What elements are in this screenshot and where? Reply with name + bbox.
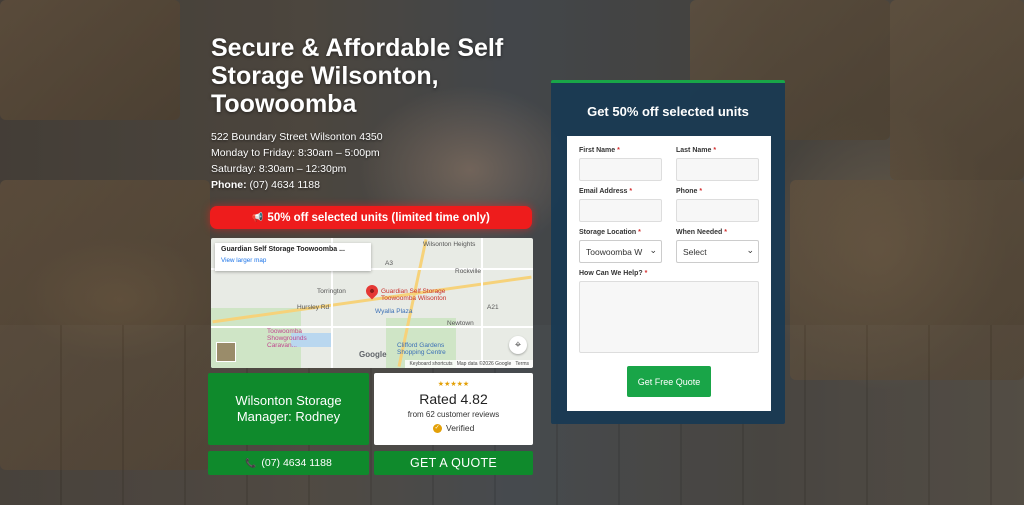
- promo-banner: 📢 50% off selected units (limited time o…: [210, 206, 532, 229]
- last-name-label: Last Name *: [676, 147, 717, 154]
- star-rating-icon: ★★★★★: [437, 381, 470, 388]
- rating-value: Rated 4.82: [419, 391, 488, 407]
- map-footer: Keyboard shortcuts Map data ©2026 Google…: [405, 360, 533, 368]
- phone-line: Phone: (07) 4634 1188: [211, 177, 383, 193]
- help-textarea[interactable]: [579, 281, 759, 353]
- storage-location-select[interactable]: Toowoomba W: [579, 240, 662, 263]
- help-label: How Can We Help? *: [579, 270, 648, 277]
- map-label-road-a21: A21: [487, 304, 499, 311]
- call-button[interactable]: 📞 (07) 4634 1188: [208, 451, 369, 475]
- form-heading: Get 50% off selected units: [587, 104, 749, 119]
- phone-icon: 📞: [245, 457, 257, 468]
- manager-line-2: Manager: Rodney: [236, 409, 341, 424]
- weekday-hours: Monday to Friday: 8:30am – 5:00pm: [211, 147, 380, 159]
- manager-line-1: Wilsonton Storage: [235, 393, 342, 408]
- manager-card: Wilsonton Storage Manager: Rodney: [208, 373, 369, 445]
- phone-label: Phone:: [211, 179, 247, 191]
- phone-input[interactable]: [676, 199, 759, 222]
- map-label-torrington: Torrington: [317, 288, 346, 295]
- page-title: Secure & Affordable Self Storage Wilsont…: [211, 34, 504, 118]
- view-larger-map-link[interactable]: View larger map: [221, 257, 365, 264]
- locate-icon[interactable]: ⌖: [509, 336, 527, 354]
- get-quote-button[interactable]: GET A QUOTE: [374, 451, 533, 475]
- check-icon: ✓: [432, 424, 442, 434]
- get-free-quote-button[interactable]: Get Free Quote: [627, 366, 711, 397]
- keyboard-shortcuts-link[interactable]: Keyboard shortcuts: [409, 361, 452, 367]
- location-info: 522 Boundary Street Wilsonton 4350 Monda…: [211, 129, 383, 193]
- map-label-rockville: Rockville: [455, 268, 482, 275]
- map-label-wyalla-plaza: Wyalla Plaza: [375, 308, 413, 315]
- embedded-map[interactable]: Guardian Self Storage Toowoomba ... View…: [211, 238, 533, 368]
- email-label: Email Address *: [579, 188, 633, 195]
- map-label-hursley-rd: Hursley Rd: [297, 304, 330, 311]
- satellite-toggle[interactable]: [216, 342, 236, 362]
- map-data-credit: Map data ©2026 Google: [456, 361, 512, 367]
- map-label-pin: Guardian Self Storage Toowoomba Wilsonto…: [381, 288, 447, 302]
- map-label-clifford-gardens: Clifford Gardens Shopping Centre: [397, 342, 446, 356]
- review-count: from 62 customer reviews: [407, 410, 500, 419]
- when-needed-select[interactable]: Select: [676, 240, 759, 263]
- map-label-wilsonton-heights: Wilsonton Heights: [423, 241, 476, 248]
- promo-text: 50% off selected units (limited time onl…: [267, 211, 490, 224]
- saturday-hours: Saturday: 8:30am – 12:30pm: [211, 163, 347, 175]
- phone-field-label: Phone *: [676, 188, 703, 195]
- call-button-label: (07) 4634 1188: [261, 457, 332, 469]
- address: 522 Boundary Street Wilsonton 4350: [211, 131, 383, 143]
- quote-form: First Name * Last Name * Email Address *…: [567, 136, 771, 411]
- verified-label: Verified: [446, 423, 475, 433]
- storage-location-label: Storage Location *: [579, 229, 641, 236]
- map-label-newtown: Newtown: [447, 320, 474, 327]
- first-name-input[interactable]: [579, 158, 662, 181]
- when-needed-label: When Needed *: [676, 229, 727, 236]
- map-label-road-a3: A3: [385, 260, 393, 267]
- last-name-input[interactable]: [676, 158, 759, 181]
- phone-number[interactable]: (07) 4634 1188: [250, 179, 320, 191]
- map-place-card: Guardian Self Storage Toowoomba ... View…: [215, 243, 371, 271]
- verified-badge: ✓ Verified: [374, 423, 533, 434]
- terms-link[interactable]: Terms: [515, 361, 529, 367]
- megaphone-icon: 📢: [252, 212, 264, 222]
- map-place-title: Guardian Self Storage Toowoomba ...: [221, 246, 345, 253]
- email-input[interactable]: [579, 199, 662, 222]
- quote-form-panel: Get 50% off selected units First Name * …: [551, 80, 785, 424]
- map-label-showgrounds: Toowoomba Showgrounds Caravan...: [267, 328, 307, 349]
- first-name-label: First Name *: [579, 147, 620, 154]
- google-logo: Google: [359, 350, 387, 359]
- rating-card: ★★★★★ Rated 4.82 from 62 customer review…: [374, 373, 533, 445]
